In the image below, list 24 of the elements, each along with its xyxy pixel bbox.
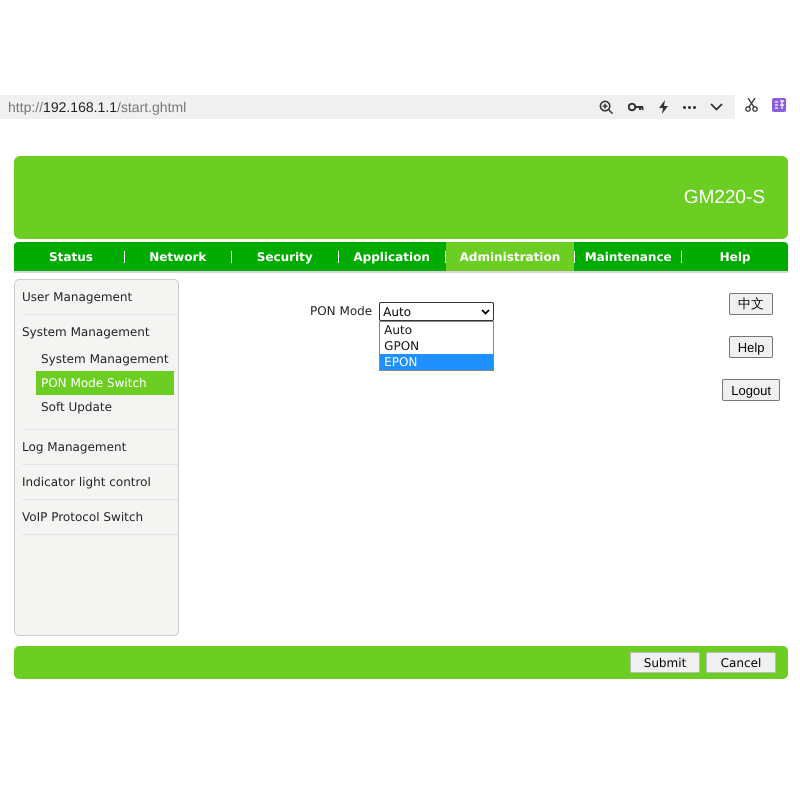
chevron-down-icon[interactable] (710, 103, 723, 111)
pon-mode-select[interactable]: Auto (379, 302, 494, 321)
side-button[interactable]: 中文 (729, 293, 774, 315)
field-label: PON Mode (310, 304, 372, 318)
model-name: GM220-S (684, 186, 765, 208)
sidebar-subitem[interactable]: Soft Update (36, 395, 174, 419)
scissors-icon[interactable] (745, 98, 758, 112)
side-button[interactable]: Help (728, 336, 774, 358)
sidebar-item[interactable]: VoIP Protocol Switch (22, 500, 178, 535)
zoom-icon[interactable] (599, 100, 614, 114)
lightning-icon[interactable] (658, 100, 669, 114)
chevron-down-icon (481, 308, 490, 314)
url-field[interactable]: http://192.168.1.1/start.ghtml (8, 99, 599, 115)
translate-icon[interactable] (772, 98, 786, 112)
side-button[interactable]: Logout (722, 379, 780, 401)
more-icon[interactable] (683, 106, 696, 108)
footer-button[interactable]: Cancel (706, 652, 776, 673)
sidebar-subitem[interactable]: System Management (36, 347, 174, 371)
sidebar-item[interactable]: System Management (22, 315, 178, 347)
sidebar-item[interactable]: Log Management (22, 430, 178, 465)
footer-button[interactable]: Submit (630, 652, 700, 673)
sidebar-item[interactable]: Indicator light control (22, 465, 178, 500)
sidebar-item[interactable]: User Management (22, 280, 178, 315)
key-icon[interactable] (628, 102, 644, 112)
